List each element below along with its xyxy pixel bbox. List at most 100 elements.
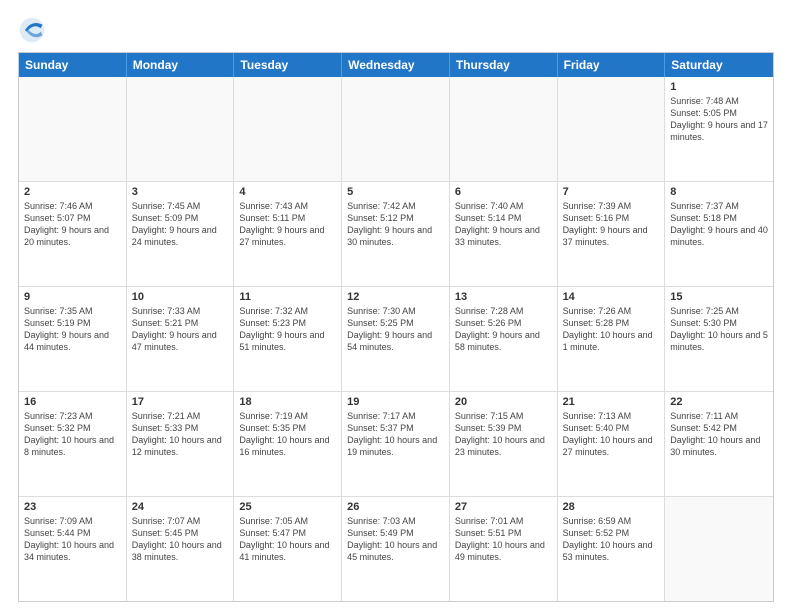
day-number: 4 [239,186,336,198]
calendar-cell-w0d4 [450,77,558,181]
calendar-cell-w3d6: 22 Sunrise: 7:11 AM Sunset: 5:42 PM Dayli… [665,392,773,496]
calendar-cell-w4d4: 27 Sunrise: 7:01 AM Sunset: 5:51 PM Dayli… [450,497,558,601]
day-number: 22 [670,396,768,408]
day-number: 28 [563,501,660,513]
calendar: SundayMondayTuesdayWednesdayThursdayFrid… [18,52,774,602]
calendar-cell-w0d6: 1Sunrise: 7:48 AM Sunset: 5:05 PM Daylig… [665,77,773,181]
calendar-cell-w1d0: 2 Sunrise: 7:46 AM Sunset: 5:07 PM Daylig… [19,182,127,286]
calendar-cell-w1d3: 5 Sunrise: 7:42 AM Sunset: 5:12 PM Daylig… [342,182,450,286]
day-info: Sunrise: 7:23 AM Sunset: 5:32 PM Dayligh… [24,410,121,459]
day-info: Sunrise: 7:33 AM Sunset: 5:21 PM Dayligh… [132,305,229,354]
calendar-week-2: 9 Sunrise: 7:35 AM Sunset: 5:19 PM Daylig… [19,287,773,392]
day-info: Sunrise: 7:19 AM Sunset: 5:35 PM Dayligh… [239,410,336,459]
day-info: Sunrise: 7:37 AM Sunset: 5:18 PM Dayligh… [670,200,768,249]
day-info: Sunrise: 7:32 AM Sunset: 5:23 PM Dayligh… [239,305,336,354]
day-info: Sunrise: 7:01 AM Sunset: 5:51 PM Dayligh… [455,515,552,564]
calendar-cell-w4d5: 28Sunrise: 6:59 AM Sunset: 5:52 PM Dayli… [558,497,666,601]
day-info: Sunrise: 7:21 AM Sunset: 5:33 PM Dayligh… [132,410,229,459]
calendar-cell-w2d5: 14 Sunrise: 7:26 AM Sunset: 5:28 PM Dayli… [558,287,666,391]
day-number: 2 [24,186,121,198]
calendar-week-1: 2 Sunrise: 7:46 AM Sunset: 5:07 PM Daylig… [19,182,773,287]
day-info: Sunrise: 7:07 AM Sunset: 5:45 PM Dayligh… [132,515,229,564]
calendar-week-0: 1Sunrise: 7:48 AM Sunset: 5:05 PM Daylig… [19,77,773,182]
day-number: 5 [347,186,444,198]
calendar-cell-w4d3: 26 Sunrise: 7:03 AM Sunset: 5:49 PM Dayli… [342,497,450,601]
day-info: Sunrise: 7:42 AM Sunset: 5:12 PM Dayligh… [347,200,444,249]
day-info: Sunrise: 7:09 AM Sunset: 5:44 PM Dayligh… [24,515,121,564]
day-number: 27 [455,501,552,513]
calendar-cell-w0d2 [234,77,342,181]
weekday-header-saturday: Saturday [665,53,773,77]
day-info: Sunrise: 7:25 AM Sunset: 5:30 PM Dayligh… [670,305,768,354]
calendar-cell-w2d6: 15 Sunrise: 7:25 AM Sunset: 5:30 PM Dayli… [665,287,773,391]
calendar-cell-w1d5: 7 Sunrise: 7:39 AM Sunset: 5:16 PM Daylig… [558,182,666,286]
day-info: Sunrise: 7:35 AM Sunset: 5:19 PM Dayligh… [24,305,121,354]
day-number: 13 [455,291,552,303]
day-info: Sunrise: 7:11 AM Sunset: 5:42 PM Dayligh… [670,410,768,459]
weekday-header-sunday: Sunday [19,53,127,77]
day-number: 26 [347,501,444,513]
calendar-body: 1Sunrise: 7:48 AM Sunset: 5:05 PM Daylig… [19,77,773,601]
calendar-cell-w3d4: 20Sunrise: 7:15 AM Sunset: 5:39 PM Dayli… [450,392,558,496]
calendar-cell-w0d1 [127,77,235,181]
day-number: 23 [24,501,121,513]
calendar-cell-w2d1: 10Sunrise: 7:33 AM Sunset: 5:21 PM Dayli… [127,287,235,391]
calendar-cell-w3d1: 17 Sunrise: 7:21 AM Sunset: 5:33 PM Dayli… [127,392,235,496]
calendar-cell-w3d0: 16 Sunrise: 7:23 AM Sunset: 5:32 PM Dayli… [19,392,127,496]
weekday-header-tuesday: Tuesday [234,53,342,77]
calendar-cell-w4d6 [665,497,773,601]
calendar-cell-w3d2: 18 Sunrise: 7:19 AM Sunset: 5:35 PM Dayli… [234,392,342,496]
day-info: Sunrise: 7:39 AM Sunset: 5:16 PM Dayligh… [563,200,660,249]
calendar-cell-w0d5 [558,77,666,181]
day-info: Sunrise: 7:15 AM Sunset: 5:39 PM Dayligh… [455,410,552,459]
day-info: Sunrise: 7:26 AM Sunset: 5:28 PM Dayligh… [563,305,660,354]
day-number: 16 [24,396,121,408]
logo [18,16,48,44]
day-info: Sunrise: 7:05 AM Sunset: 5:47 PM Dayligh… [239,515,336,564]
day-number: 6 [455,186,552,198]
calendar-cell-w2d3: 12 Sunrise: 7:30 AM Sunset: 5:25 PM Dayli… [342,287,450,391]
calendar-cell-w1d6: 8 Sunrise: 7:37 AM Sunset: 5:18 PM Daylig… [665,182,773,286]
calendar-cell-w4d0: 23 Sunrise: 7:09 AM Sunset: 5:44 PM Dayli… [19,497,127,601]
day-number: 21 [563,396,660,408]
page: SundayMondayTuesdayWednesdayThursdayFrid… [0,0,792,612]
calendar-cell-w2d2: 11 Sunrise: 7:32 AM Sunset: 5:23 PM Dayli… [234,287,342,391]
day-number: 7 [563,186,660,198]
day-number: 15 [670,291,768,303]
day-number: 14 [563,291,660,303]
day-info: Sunrise: 7:28 AM Sunset: 5:26 PM Dayligh… [455,305,552,354]
day-number: 9 [24,291,121,303]
day-number: 19 [347,396,444,408]
day-info: Sunrise: 7:45 AM Sunset: 5:09 PM Dayligh… [132,200,229,249]
day-number: 11 [239,291,336,303]
day-info: Sunrise: 7:13 AM Sunset: 5:40 PM Dayligh… [563,410,660,459]
calendar-cell-w1d4: 6 Sunrise: 7:40 AM Sunset: 5:14 PM Daylig… [450,182,558,286]
weekday-header-monday: Monday [127,53,235,77]
weekday-header-wednesday: Wednesday [342,53,450,77]
calendar-cell-w2d4: 13 Sunrise: 7:28 AM Sunset: 5:26 PM Dayli… [450,287,558,391]
day-info: Sunrise: 7:17 AM Sunset: 5:37 PM Dayligh… [347,410,444,459]
day-info: Sunrise: 7:30 AM Sunset: 5:25 PM Dayligh… [347,305,444,354]
day-number: 8 [670,186,768,198]
calendar-cell-w4d1: 24 Sunrise: 7:07 AM Sunset: 5:45 PM Dayli… [127,497,235,601]
calendar-header: SundayMondayTuesdayWednesdayThursdayFrid… [19,53,773,77]
day-info: Sunrise: 7:46 AM Sunset: 5:07 PM Dayligh… [24,200,121,249]
calendar-cell-w0d0 [19,77,127,181]
logo-icon [18,16,46,44]
day-number: 18 [239,396,336,408]
calendar-week-3: 16 Sunrise: 7:23 AM Sunset: 5:32 PM Dayli… [19,392,773,497]
day-number: 12 [347,291,444,303]
header [18,16,774,44]
day-info: Sunrise: 7:43 AM Sunset: 5:11 PM Dayligh… [239,200,336,249]
weekday-header-thursday: Thursday [450,53,558,77]
calendar-cell-w1d2: 4 Sunrise: 7:43 AM Sunset: 5:11 PM Daylig… [234,182,342,286]
day-number: 24 [132,501,229,513]
calendar-cell-w1d1: 3Sunrise: 7:45 AM Sunset: 5:09 PM Daylig… [127,182,235,286]
calendar-cell-w3d3: 19 Sunrise: 7:17 AM Sunset: 5:37 PM Dayli… [342,392,450,496]
day-info: Sunrise: 7:40 AM Sunset: 5:14 PM Dayligh… [455,200,552,249]
day-number: 25 [239,501,336,513]
day-number: 17 [132,396,229,408]
calendar-cell-w3d5: 21 Sunrise: 7:13 AM Sunset: 5:40 PM Dayli… [558,392,666,496]
day-info: Sunrise: 7:03 AM Sunset: 5:49 PM Dayligh… [347,515,444,564]
calendar-week-4: 23 Sunrise: 7:09 AM Sunset: 5:44 PM Dayli… [19,497,773,601]
